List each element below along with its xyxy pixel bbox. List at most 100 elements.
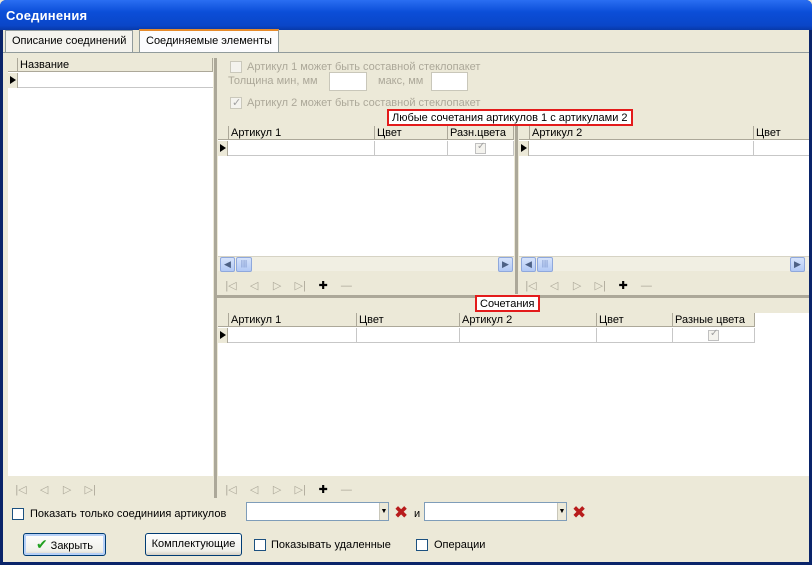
header-article2[interactable]: Артикул 2 xyxy=(460,313,597,327)
next-record-icon[interactable]: ▷ xyxy=(267,279,287,292)
art1-navigator: |◁ ◁ ▷ ▷| ✚ — xyxy=(221,279,356,293)
first-record-icon[interactable]: |◁ xyxy=(521,279,541,292)
check-icon xyxy=(708,328,719,341)
header-diff-colors[interactable]: Разные цвета xyxy=(673,313,755,327)
delete-record-icon[interactable]: — xyxy=(336,280,356,292)
add-record-icon[interactable]: ✚ xyxy=(613,279,633,292)
next-record-icon[interactable]: ▷ xyxy=(567,279,587,292)
thickness-min-label: Толщина мин, мм xyxy=(228,75,318,87)
last-record-icon[interactable]: ▷| xyxy=(290,483,310,496)
first-record-icon[interactable]: |◁ xyxy=(221,279,241,292)
scroll-right-icon[interactable]: ▶ xyxy=(790,257,805,272)
scroll-thumb[interactable]: ||| xyxy=(537,257,553,272)
tab-connected-elements[interactable]: Соединяемые элементы xyxy=(139,29,279,53)
left-splitter[interactable] xyxy=(214,58,217,498)
scroll-left-icon[interactable]: ◀ xyxy=(521,257,536,272)
pairs-grid-header: Артикул 1 Цвет Артикул 2 Цвет Разные цве… xyxy=(218,313,755,327)
art2-grid-header: Артикул 2 Цвет xyxy=(519,126,809,140)
art1-grid-row[interactable] xyxy=(218,141,514,156)
first-record-icon[interactable]: |◁ xyxy=(11,483,31,496)
art2-grid-corner xyxy=(519,126,530,140)
art1-grid[interactable]: Артикул 1 Цвет Разн.цвета ◀ ||| ▶ xyxy=(218,126,514,272)
art1-grid-header: Артикул 1 Цвет Разн.цвета xyxy=(218,126,514,140)
cell-article1[interactable] xyxy=(229,141,375,156)
header-color[interactable]: Цвет xyxy=(357,313,460,327)
last-record-icon[interactable]: ▷| xyxy=(290,279,310,292)
tab-divider xyxy=(3,52,809,53)
tab-connection-description[interactable]: Описание соединений xyxy=(5,30,134,53)
check-icon xyxy=(475,141,486,154)
next-record-icon[interactable]: ▷ xyxy=(267,483,287,496)
article1-filter-combo[interactable]: ▼ xyxy=(246,502,389,521)
header-color2[interactable]: Цвет xyxy=(754,126,809,140)
show-only-checkbox[interactable] xyxy=(12,508,24,520)
dropdown-arrow-icon[interactable]: ▼ xyxy=(557,503,566,520)
window-title: Соединения xyxy=(0,0,812,30)
show-deleted-checkbox[interactable] xyxy=(254,539,266,551)
cell-color[interactable] xyxy=(375,141,448,156)
thickness-max-input[interactable] xyxy=(431,72,468,91)
pairs-grid[interactable]: Артикул 1 Цвет Артикул 2 Цвет Разные цве… xyxy=(218,313,809,476)
clear-filter1-icon[interactable]: ✖ xyxy=(394,504,408,521)
cell-color[interactable] xyxy=(357,328,460,343)
left-grid[interactable]: Название xyxy=(8,58,213,476)
close-button-label: Закрыть xyxy=(50,540,94,552)
scroll-thumb[interactable]: ||| xyxy=(236,257,252,272)
last-record-icon[interactable]: ▷| xyxy=(590,279,610,292)
prev-record-icon[interactable]: ◁ xyxy=(34,483,54,496)
art1-grid-hscroll[interactable]: ◀ ||| ▶ xyxy=(218,256,514,272)
left-navigator: |◁ ◁ ▷ ▷| xyxy=(11,483,100,497)
header-diff-colors[interactable]: Разн.цвета xyxy=(448,126,514,140)
left-grid-header: Название xyxy=(8,58,213,72)
cell-article1[interactable] xyxy=(229,328,357,343)
art2-navigator: |◁ ◁ ▷ ▷| ✚ — xyxy=(521,279,656,293)
header-color[interactable]: Цвет xyxy=(375,126,448,140)
pairs-grid-row[interactable] xyxy=(218,328,755,343)
delete-record-icon[interactable]: — xyxy=(336,484,356,496)
cell-diff-colors[interactable] xyxy=(448,141,514,156)
header-name[interactable]: Название xyxy=(18,58,213,72)
art2-glass-checkbox[interactable]: ✓ xyxy=(230,97,242,109)
cell-article2[interactable] xyxy=(530,141,754,156)
prev-record-icon[interactable]: ◁ xyxy=(544,279,564,292)
art1-glass-checkbox[interactable] xyxy=(230,61,242,73)
add-record-icon[interactable]: ✚ xyxy=(313,483,333,496)
components-button[interactable]: Комплектующие xyxy=(145,533,242,556)
middle-splitter[interactable] xyxy=(515,126,518,294)
cell-article2[interactable] xyxy=(460,328,597,343)
close-button[interactable]: ✔ Закрыть xyxy=(23,533,106,556)
art2-grid-row[interactable] xyxy=(519,141,809,156)
scroll-right-icon[interactable]: ▶ xyxy=(498,257,513,272)
row-indicator-icon xyxy=(218,328,228,343)
thickness-max-label: макс, мм xyxy=(378,75,424,87)
prev-record-icon[interactable]: ◁ xyxy=(244,483,264,496)
prev-record-icon[interactable]: ◁ xyxy=(244,279,264,292)
first-record-icon[interactable]: |◁ xyxy=(221,483,241,496)
pairs-navigator: |◁ ◁ ▷ ▷| ✚ — xyxy=(221,483,356,497)
scroll-left-icon[interactable]: ◀ xyxy=(220,257,235,272)
add-record-icon[interactable]: ✚ xyxy=(313,279,333,292)
delete-record-icon[interactable]: — xyxy=(636,280,656,292)
and-label: и xyxy=(414,508,421,520)
header-article1[interactable]: Артикул 1 xyxy=(229,126,375,140)
header-article2[interactable]: Артикул 2 xyxy=(530,126,754,140)
art1-grid-corner xyxy=(218,126,229,140)
cell-diff-colors[interactable] xyxy=(673,328,755,343)
next-record-icon[interactable]: ▷ xyxy=(57,483,77,496)
article2-filter-combo[interactable]: ▼ xyxy=(424,502,567,521)
client-area: Описание соединений Соединяемые элементы… xyxy=(3,29,809,562)
left-grid-corner xyxy=(8,58,18,72)
header-color2[interactable]: Цвет xyxy=(597,313,673,327)
header-article1[interactable]: Артикул 1 xyxy=(229,313,357,327)
art2-grid[interactable]: Артикул 2 Цвет ◀ ||| ▶ xyxy=(519,126,809,272)
show-deleted-label: Показывать удаленные xyxy=(271,539,391,551)
art2-grid-hscroll[interactable]: ◀ ||| ▶ xyxy=(519,256,809,272)
operations-checkbox[interactable] xyxy=(416,539,428,551)
row-indicator-icon xyxy=(519,141,529,156)
thickness-min-input[interactable] xyxy=(329,72,367,91)
dropdown-arrow-icon[interactable]: ▼ xyxy=(379,503,388,520)
left-grid-row[interactable] xyxy=(8,73,213,88)
last-record-icon[interactable]: ▷| xyxy=(80,483,100,496)
clear-filter2-icon[interactable]: ✖ xyxy=(572,504,586,521)
cell-color2[interactable] xyxy=(597,328,673,343)
